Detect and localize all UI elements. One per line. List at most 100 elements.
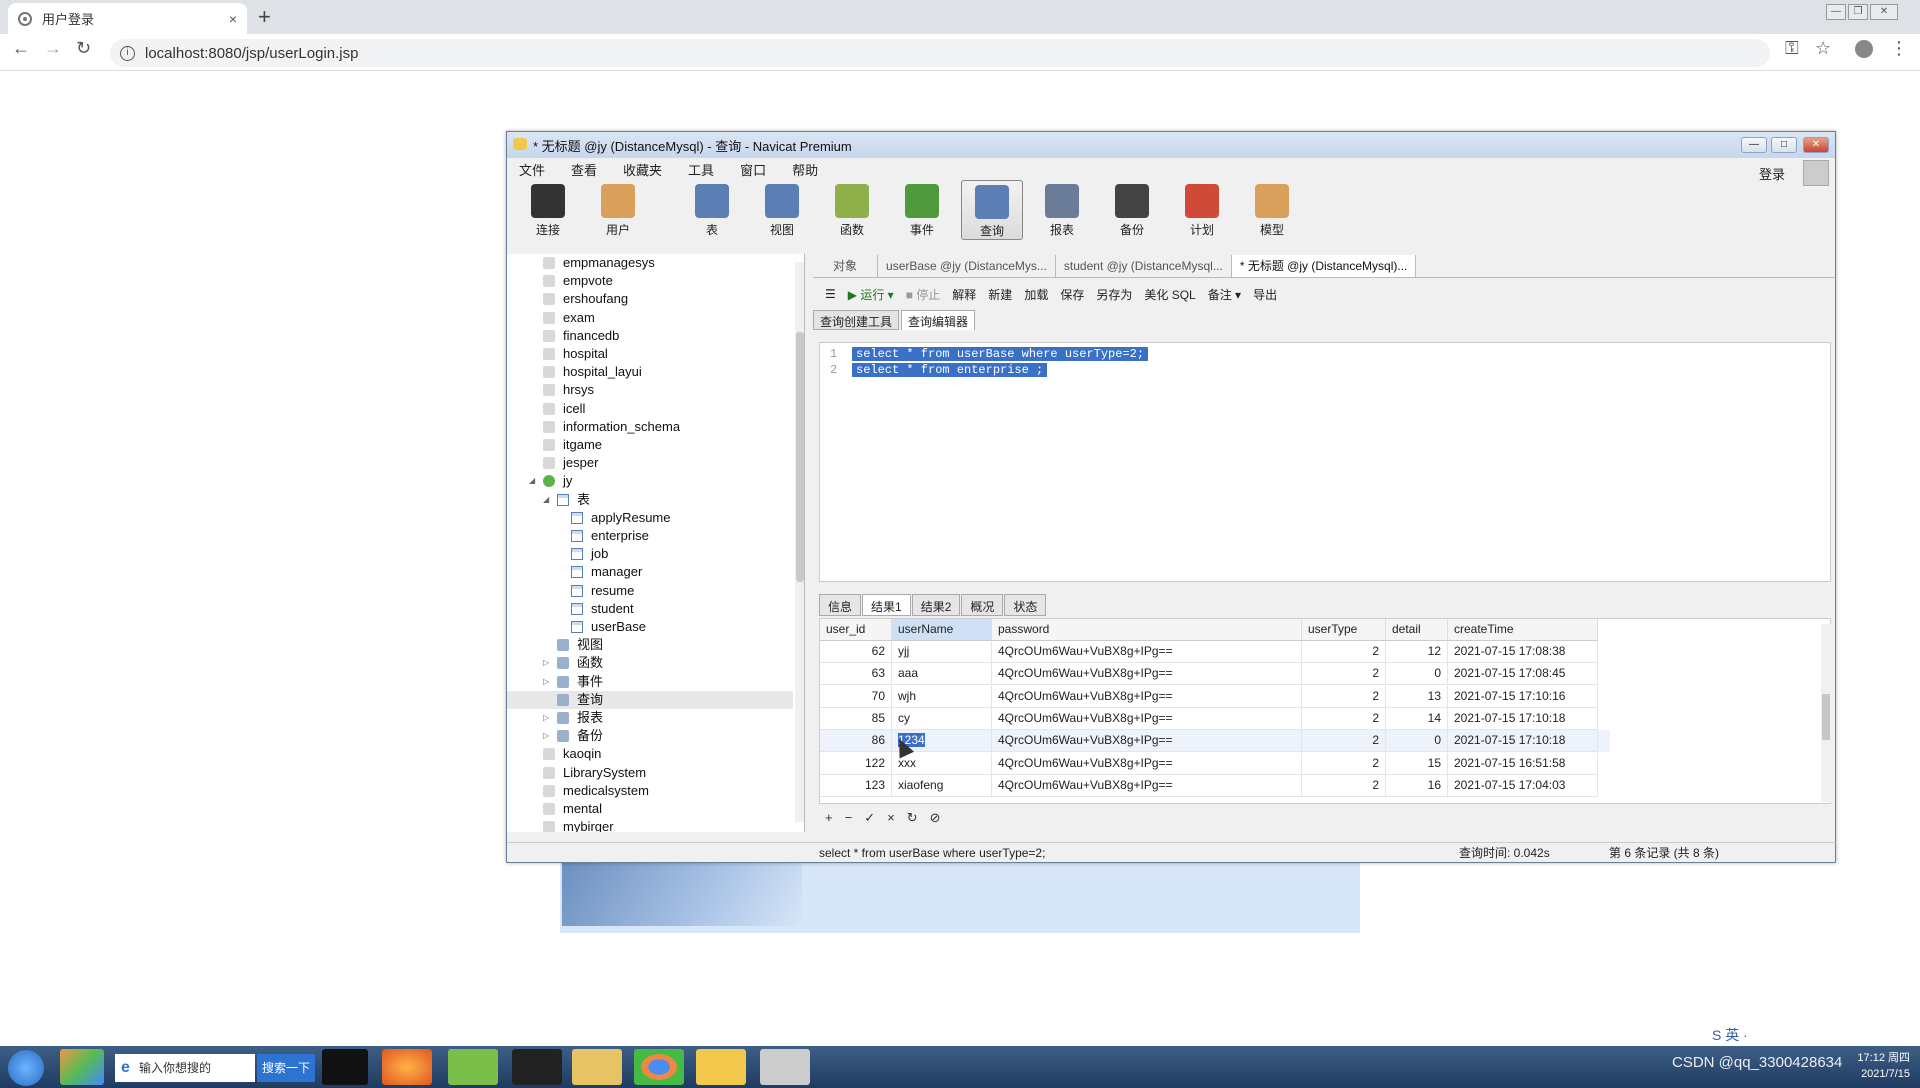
table-cell[interactable]: 2021-07-15 17:10:18 (1448, 730, 1598, 753)
query-tool-button[interactable]: 导出 (1253, 286, 1277, 303)
column-header[interactable]: password (992, 619, 1302, 641)
table-cell[interactable]: 2 (1302, 707, 1386, 730)
firefox-icon[interactable] (382, 1049, 432, 1085)
table-cell[interactable]: 2 (1302, 663, 1386, 686)
grid-nav-button[interactable]: ✓ (864, 810, 875, 825)
tree-node[interactable]: userBase (507, 618, 793, 636)
star-icon[interactable]: ☆ (1815, 38, 1831, 59)
table-cell[interactable]: 15 (1386, 752, 1448, 775)
table-cell[interactable]: 2021-07-15 16:51:58 (1448, 752, 1598, 775)
table-cell[interactable]: yjj (892, 641, 992, 663)
document-tab[interactable]: userBase @jy (DistanceMys... (878, 254, 1056, 277)
close-window-button[interactable]: ✕ (1870, 4, 1898, 20)
tree-node[interactable]: 查询 (507, 690, 793, 709)
query-tool-button[interactable]: ▶ 运行 ▾ (848, 286, 894, 303)
grid-scrollbar[interactable] (1821, 624, 1831, 802)
tree-node[interactable]: mybirger (507, 818, 793, 832)
document-tab[interactable]: student @jy (DistanceMysql... (1056, 254, 1232, 277)
tree-node[interactable]: applyResume (507, 509, 793, 527)
app-icon[interactable] (512, 1049, 562, 1085)
table-row[interactable]: 70 wjh 4QrcOUm6Wau+VuBX8g+IPg== 2 13 2021-07-… (820, 685, 1610, 708)
table-row[interactable]: 63 aaa 4QrcOUm6Wau+VuBX8g+IPg== 2 0 2021-07-1… (820, 663, 1610, 686)
table-cell[interactable]: 0 (1386, 730, 1448, 753)
navicat-minimize-button[interactable]: — (1741, 137, 1767, 153)
intellij-icon[interactable] (322, 1049, 368, 1085)
tree-node[interactable]: jesper (507, 454, 793, 472)
table-cell[interactable]: 4QrcOUm6Wau+VuBX8g+IPg== (992, 752, 1302, 775)
table-cell[interactable]: cy (892, 707, 992, 730)
forward-button[interactable]: → (44, 38, 62, 59)
tree-node[interactable]: hrsys (507, 381, 793, 399)
table-cell[interactable]: 63 (820, 663, 892, 686)
table-cell[interactable]: 2021-07-15 17:08:45 (1448, 663, 1598, 686)
toolbar-button-10[interactable]: 计划 (1171, 180, 1233, 240)
table-cell[interactable]: 0 (1386, 663, 1448, 686)
menu-item[interactable]: 查看 (571, 160, 597, 179)
table-cell[interactable]: 4QrcOUm6Wau+VuBX8g+IPg== (992, 663, 1302, 686)
grid-nav-button[interactable]: − (845, 810, 853, 825)
grid-nav-button[interactable]: ↻ (907, 810, 918, 825)
table-cell[interactable]: wjh (892, 685, 992, 708)
table-cell[interactable]: 2021-07-15 17:08:38 (1448, 641, 1598, 663)
table-cell[interactable]: xiaofeng (892, 774, 992, 797)
result-tab[interactable]: 概况 (961, 594, 1004, 616)
tree-node[interactable]: ▷ 函数 (507, 654, 793, 672)
browser-tab[interactable]: 用户登录 × (8, 3, 247, 34)
tree-node[interactable]: exam (507, 309, 793, 327)
tree-node[interactable]: enterprise (507, 527, 793, 545)
table-cell[interactable]: 2 (1302, 641, 1386, 663)
result-tab[interactable]: 结果1 (862, 594, 911, 616)
result-tab[interactable]: 结果2 (911, 594, 961, 616)
taskbar-search-button[interactable]: 搜索一下 (257, 1054, 315, 1082)
sql-line[interactable]: select * from userBase where userType=2; (852, 347, 1149, 361)
table-row[interactable]: 62 yjj 4QrcOUm6Wau+VuBX8g+IPg== 2 12 2021-07-… (820, 641, 1610, 663)
expand-arrow-icon[interactable]: ◢ (529, 472, 535, 490)
tree-node[interactable]: icell (507, 400, 793, 418)
new-tab-button[interactable]: + (258, 4, 271, 30)
tree-node[interactable]: ◢ 表 (507, 491, 793, 509)
tree-node[interactable]: ◢ jy (507, 472, 793, 490)
toolbar-button-5[interactable]: 函数 (821, 180, 883, 240)
navicat-taskbar-icon[interactable] (696, 1049, 746, 1085)
table-cell[interactable]: 62 (820, 641, 892, 663)
info-icon[interactable]: i (120, 45, 135, 61)
tree-node[interactable]: hospital_layui (507, 363, 793, 381)
toolbar-button-6[interactable]: 事件 (891, 180, 953, 240)
table-cell[interactable]: 122 (820, 752, 892, 775)
query-tool-button[interactable]: 解释 (952, 286, 976, 303)
tab-close-icon[interactable]: × (229, 11, 237, 27)
query-tool-button[interactable]: ■ 停止 (906, 286, 941, 303)
menu-item[interactable]: 文件 (519, 160, 545, 179)
tree-node[interactable]: information_schema (507, 418, 793, 436)
tree-node[interactable]: 视图 (507, 636, 793, 654)
expand-arrow-icon[interactable]: ▷ (543, 654, 549, 672)
toolbar-button-11[interactable]: 模型 (1241, 180, 1303, 240)
tree-node[interactable]: ershoufang (507, 290, 793, 308)
tree-node[interactable]: medicalsystem (507, 782, 793, 800)
table-cell[interactable]: 2 (1302, 685, 1386, 708)
chrome-icon[interactable] (634, 1049, 684, 1085)
tree-node[interactable]: ▷ 备份 (507, 727, 793, 745)
reload-button[interactable]: ↻ (76, 38, 91, 59)
expand-arrow-icon[interactable]: ◢ (543, 491, 549, 509)
tree-node[interactable]: manager (507, 563, 793, 581)
document-tab[interactable]: * 无标题 @jy (DistanceMysql)... (1231, 254, 1417, 277)
sql-editor[interactable]: 1 select * from userBase where userType=2… (819, 342, 1831, 582)
query-tool-button[interactable]: ☰ (825, 287, 836, 301)
toolbar-button-1[interactable]: 连接 (517, 180, 579, 240)
table-cell[interactable]: 2 (1302, 774, 1386, 797)
table-row[interactable]: 122 xxx 4QrcOUm6Wau+VuBX8g+IPg== 2 15 2021-07… (820, 752, 1610, 775)
tree-node[interactable]: ▷ 报表 (507, 709, 793, 727)
ime-toolbar[interactable]: S 英 · (1712, 1025, 1748, 1047)
sql-line[interactable]: select * from enterprise ; (852, 363, 1048, 377)
key-icon[interactable]: ⚿ (1785, 38, 1799, 59)
toolbar-button-9[interactable]: 备份 (1101, 180, 1163, 240)
column-header[interactable]: userType (1302, 619, 1386, 641)
taskbar-search-input[interactable]: 输入你想搜的 (115, 1054, 255, 1082)
tree-scrollbar[interactable] (795, 262, 804, 822)
table-cell[interactable]: 2 (1302, 752, 1386, 775)
tree-node[interactable]: job (507, 545, 793, 563)
table-cell[interactable]: aaa (892, 663, 992, 686)
result-tab[interactable]: 状态 (1004, 594, 1047, 616)
table-cell[interactable]: 86 (820, 730, 892, 753)
